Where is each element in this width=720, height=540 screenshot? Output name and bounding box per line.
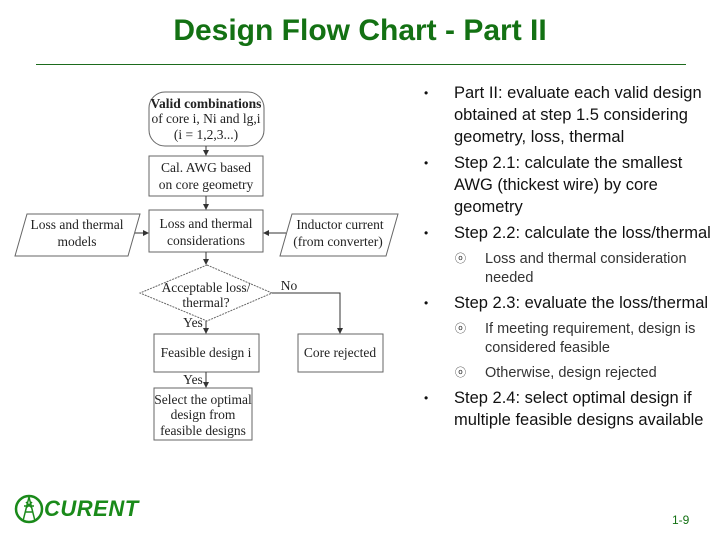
inductor-line-2: (from converter) [293, 234, 383, 249]
no-label: No [281, 278, 298, 293]
start-line-1: Valid combinations [151, 96, 262, 111]
yes-label: Yes [183, 315, 203, 330]
bullet-marker: • [424, 86, 429, 100]
loss-models-line-2: models [58, 234, 97, 249]
sub-bullet-text: Otherwise, design rejected [485, 365, 657, 381]
bullet-text: Part II: evaluate each valid design obta… [454, 84, 702, 146]
bullet-marker: • [424, 226, 429, 240]
loss-consider-line-2: considerations [167, 233, 245, 248]
bullet-text: Step 2.1: calculate the smallest AWG (th… [454, 154, 683, 216]
sub-bullet-item: ⓞ If meeting requirement, design is consi… [424, 320, 716, 358]
bullet-item: • Step 2.1: calculate the smallest AWG (t… [424, 152, 716, 218]
loss-models-line-1: Loss and thermal [31, 217, 124, 232]
tower-globe-icon [14, 494, 44, 524]
sub-bullet-marker: ⓞ [455, 323, 466, 335]
bullet-text: Step 2.3: evaluate the loss/thermal [454, 294, 709, 312]
bullet-text: Step 2.4: select optimal design if multi… [454, 389, 704, 429]
sub-bullet-item: ⓞ Loss and thermal consideration needed [424, 250, 716, 288]
rejected-text: Core rejected [304, 345, 377, 360]
sub-bullet-item: ⓞ Otherwise, design rejected [424, 364, 716, 383]
awg-line-2: on core geometry [159, 177, 254, 192]
bullet-item: • Step 2.3: evaluate the loss/thermal [424, 292, 716, 314]
select-line-3: feasible designs [160, 423, 246, 438]
bullet-item: • Part II: evaluate each valid design obt… [424, 82, 716, 148]
decision-line-1: Acceptable loss/ [162, 280, 251, 295]
bullet-marker: • [424, 296, 429, 310]
bullet-marker: • [424, 156, 429, 170]
bullet-text: Step 2.2: calculate the loss/thermal [454, 224, 711, 242]
sub-bullet-marker: ⓞ [455, 253, 466, 265]
feasible-text: Feasible design i [161, 345, 252, 360]
bullet-item: • Step 2.2: calculate the loss/thermal [424, 222, 716, 244]
start-line-2: of core i, Ni and lg,i [151, 111, 260, 126]
select-line-1: Select the optimal [154, 392, 252, 407]
start-line-3: (i = 1,2,3...) [174, 127, 238, 142]
logo-text: CURENT [44, 496, 139, 521]
bullet-list: • Part II: evaluate each valid design obt… [424, 82, 716, 435]
sub-bullet-text: If meeting requirement, design is consid… [485, 321, 696, 356]
flowchart: Valid combinations of core i, Ni and lg,… [14, 91, 399, 441]
curent-logo: CURENT [14, 494, 139, 524]
select-line-2: design from [171, 407, 236, 422]
sub-bullet-marker: ⓞ [455, 367, 466, 379]
bullet-item: • Step 2.4: select optimal design if mult… [424, 387, 716, 431]
awg-line-1: Cal. AWG based [161, 160, 251, 175]
page-number: 1-9 [672, 513, 690, 527]
bullet-marker: • [424, 391, 429, 405]
yes-label-2: Yes [183, 372, 203, 387]
loss-consider-line-1: Loss and thermal [160, 216, 253, 231]
decision-line-2: thermal? [182, 295, 229, 310]
inductor-line-1: Inductor current [296, 217, 384, 232]
sub-bullet-text: Loss and thermal consideration needed [485, 251, 687, 286]
